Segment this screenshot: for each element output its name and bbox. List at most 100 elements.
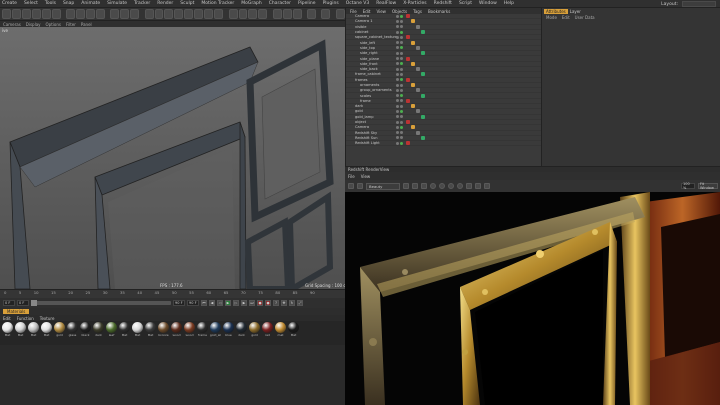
material-swatch[interactable]: gold (54, 322, 65, 344)
editor-visibility-dot[interactable] (396, 83, 399, 87)
lock-icon[interactable] (403, 183, 409, 189)
render-view-icon[interactable] (120, 9, 130, 19)
menu-item[interactable]: Script (459, 1, 472, 6)
octane-icon[interactable] (335, 9, 345, 19)
material-swatch[interactable]: Mat (145, 322, 156, 344)
axis-mode-icon[interactable] (272, 9, 282, 19)
editor-visibility-dot[interactable] (396, 51, 399, 55)
render-visibility-dot[interactable] (400, 67, 403, 71)
render-visibility-dot[interactable] (400, 25, 403, 29)
editor-visibility-dot[interactable] (396, 41, 399, 45)
snapshot-icon[interactable] (412, 183, 418, 189)
undo-icon[interactable] (2, 9, 11, 19)
menu-item[interactable]: Plugins (323, 1, 339, 6)
material-tag-icon[interactable] (406, 14, 410, 19)
material-swatch[interactable]: black (80, 322, 91, 344)
render-visibility-dot[interactable] (400, 72, 403, 76)
render-visibility-dot[interactable] (400, 125, 403, 129)
render-settings-icon[interactable] (130, 9, 140, 19)
material-swatch[interactable]: blue (223, 322, 234, 344)
menu-item[interactable]: Octane V3 (346, 1, 370, 6)
color-blue-icon[interactable] (448, 183, 454, 189)
current-frame-field[interactable]: 0 F (17, 300, 29, 306)
render-visibility-dot[interactable] (400, 94, 403, 98)
attribute-menu-item[interactable]: Edit (562, 15, 570, 20)
visibility-dots[interactable] (396, 88, 403, 92)
material-tag-icon[interactable] (416, 45, 420, 50)
editor-visibility-dot[interactable] (396, 99, 399, 103)
material-swatch[interactable]: gold_sil (210, 322, 221, 344)
next-frame-button[interactable]: ▷ (233, 300, 239, 306)
material-tag-icon[interactable] (411, 61, 415, 66)
editor-visibility-dot[interactable] (396, 19, 399, 23)
texture-mode-icon[interactable] (282, 9, 292, 19)
render-visibility-dot[interactable] (400, 141, 403, 145)
x-axis-icon[interactable] (66, 9, 76, 19)
pen-icon[interactable] (154, 9, 164, 19)
save-icon[interactable] (421, 183, 427, 189)
viewport-menu-item[interactable]: Filter (66, 22, 76, 27)
y-axis-icon[interactable] (76, 9, 85, 19)
attribute-menu-item[interactable]: Mode (546, 15, 557, 20)
render-visibility-dot[interactable] (400, 57, 403, 61)
menu-item[interactable]: Character (269, 1, 291, 6)
timeline-ruler[interactable]: 0 5 10 15 20 25 30 35 40 45 50 55 60 65 70 75 80 85 90 (0, 289, 345, 298)
material-tag-icon[interactable] (416, 130, 420, 135)
visibility-dots[interactable] (396, 125, 403, 129)
material-swatch[interactable]: Mat (15, 322, 26, 344)
points-mode-icon[interactable] (238, 9, 248, 19)
material-tag-icon[interactable] (416, 24, 420, 29)
menu-item[interactable]: Pipeline (298, 1, 316, 6)
render-visibility-dot[interactable] (400, 104, 403, 108)
material-swatch[interactable]: wood (184, 322, 195, 344)
visibility-dots[interactable] (396, 141, 403, 145)
renderview-menu-file[interactable]: File (348, 174, 355, 179)
material-swatch[interactable]: mat (275, 322, 286, 344)
visibility-dots[interactable] (396, 78, 403, 82)
first-frame-button[interactable]: ⏮ (201, 300, 207, 306)
color-green-icon[interactable] (439, 183, 445, 189)
material-tag-icon[interactable] (406, 141, 410, 146)
material-tag-icon[interactable] (406, 56, 410, 61)
deformer-icon[interactable] (184, 9, 194, 19)
prev-key-button[interactable]: ◀ (209, 300, 215, 306)
visibility-dots[interactable] (396, 72, 403, 76)
material-swatch[interactable]: Mat (288, 322, 299, 344)
material-swatch[interactable]: gold (249, 322, 260, 344)
material-tag-icon[interactable] (411, 40, 415, 45)
coord-icon[interactable] (95, 9, 105, 19)
crop-icon[interactable] (475, 183, 481, 189)
editor-visibility-dot[interactable] (396, 141, 399, 145)
visibility-dots[interactable] (396, 51, 403, 55)
visibility-dots[interactable] (396, 136, 403, 140)
materials-menu-item[interactable]: Function (17, 316, 34, 321)
rotate-icon[interactable] (51, 9, 61, 19)
menu-item[interactable]: Sculpt (180, 1, 194, 6)
render-visibility-dot[interactable] (400, 136, 403, 140)
edges-mode-icon[interactable] (248, 9, 258, 19)
object-menu-item[interactable]: Edit (363, 9, 371, 14)
array-icon[interactable] (174, 9, 184, 19)
visibility-dots[interactable] (396, 83, 403, 87)
visibility-dots[interactable] (396, 131, 403, 135)
editor-visibility-dot[interactable] (396, 104, 399, 108)
visibility-dots[interactable] (396, 109, 403, 113)
object-menu-item[interactable]: Bookmarks (428, 9, 450, 14)
visibility-dots[interactable] (396, 67, 403, 71)
editor-visibility-dot[interactable] (396, 14, 399, 18)
editor-visibility-dot[interactable] (396, 67, 399, 71)
object-row[interactable]: Redshift Light (346, 141, 541, 147)
menu-item[interactable]: Render (157, 1, 173, 6)
z-axis-icon[interactable] (85, 9, 95, 19)
viewport-menu-item[interactable]: Options (46, 22, 61, 27)
menu-item[interactable]: Redshift (434, 1, 452, 6)
editor-visibility-dot[interactable] (396, 125, 399, 129)
polys-mode-icon[interactable] (258, 9, 268, 19)
object-menu-item[interactable]: View (376, 9, 386, 14)
material-tag-icon[interactable] (411, 125, 415, 130)
editor-visibility-dot[interactable] (396, 120, 399, 124)
frame-range-slider[interactable] (31, 300, 171, 306)
redo-icon[interactable] (11, 9, 21, 19)
live-select-icon[interactable] (21, 9, 31, 19)
menu-item[interactable]: Tools (45, 1, 56, 6)
